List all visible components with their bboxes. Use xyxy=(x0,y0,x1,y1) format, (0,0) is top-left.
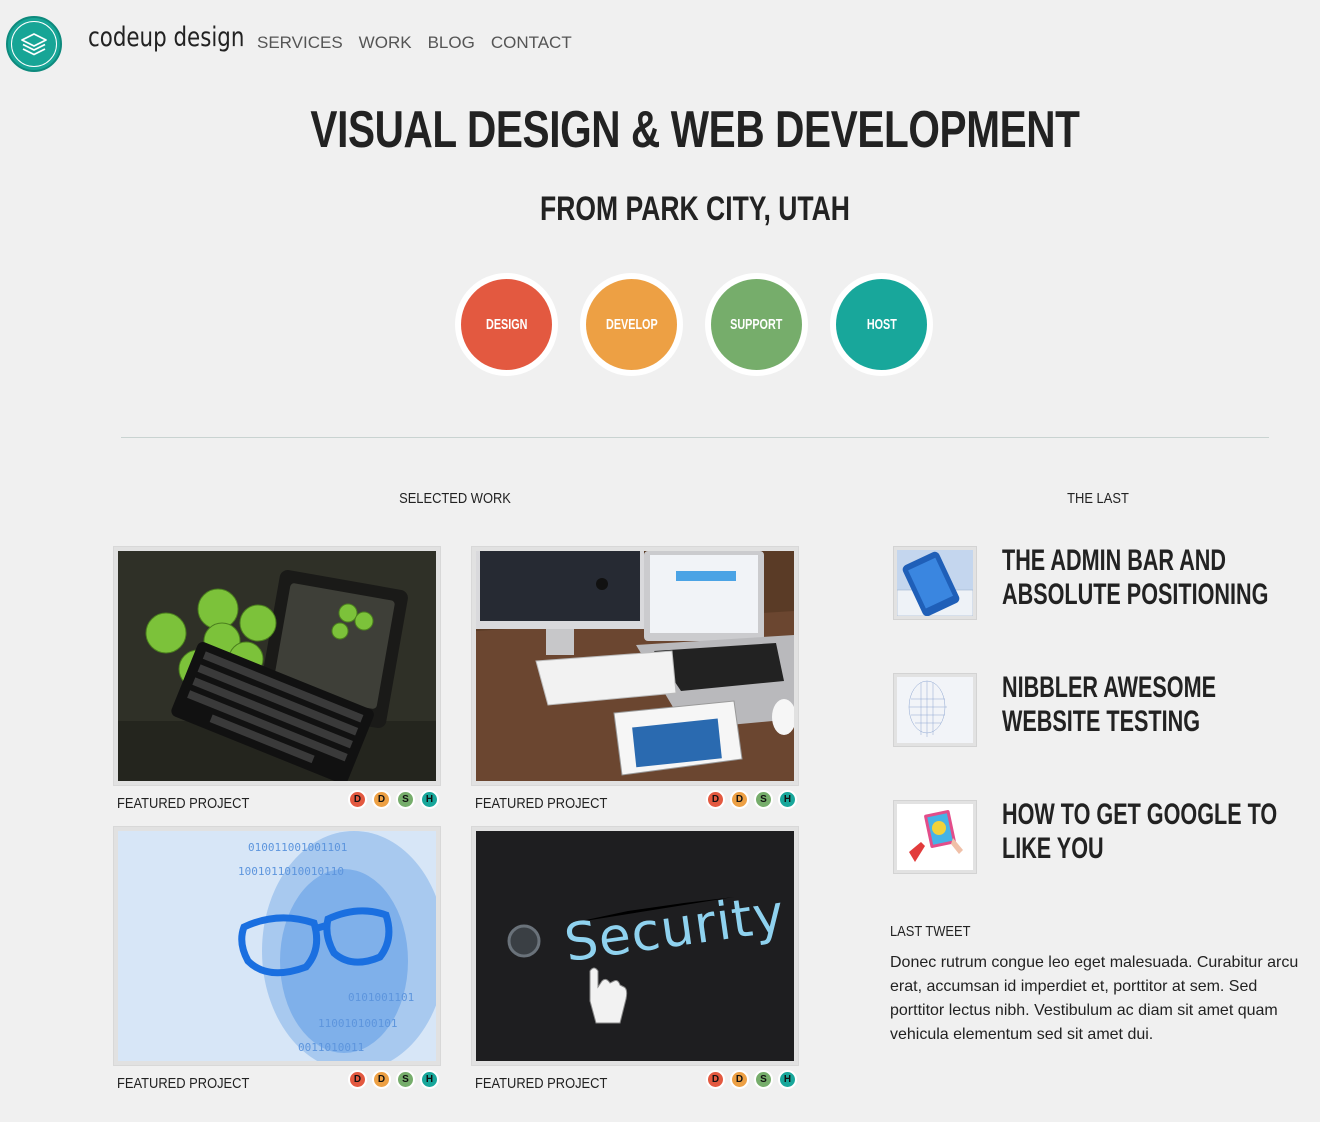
svg-text:0011010011: 0011010011 xyxy=(298,1041,364,1054)
post-title[interactable]: THE ADMIN BAR AND ABSOLUTE POSITIONING xyxy=(1002,544,1304,612)
service-badges: D D S H xyxy=(706,1070,797,1089)
project-meta: FEATURED PROJECT D D S H xyxy=(471,790,799,814)
project-meta: FEATURED PROJECT D D S H xyxy=(113,790,441,814)
badge-develop[interactable]: D xyxy=(372,1070,391,1089)
logo[interactable] xyxy=(6,16,62,72)
svg-text:010011001001101: 010011001001101 xyxy=(248,841,347,854)
brand-name[interactable]: codeup design xyxy=(88,22,244,53)
blog-post-item[interactable]: HOW TO GET GOOGLE TO LIKE YOU xyxy=(893,798,1313,878)
last-tweet-text: Donec rutrum congue leo eget malesuada. … xyxy=(890,954,1299,1043)
project-card[interactable]: FEATURED PROJECT D D S H xyxy=(471,546,799,814)
project-image-security-screen: Security xyxy=(476,831,794,1061)
nav-services[interactable]: SERVICES xyxy=(257,33,343,53)
project-thumbnail[interactable]: Security xyxy=(471,826,799,1066)
project-card[interactable]: 010011001001101 1001011010010110 0101001… xyxy=(113,826,441,1094)
service-develop-button[interactable]: DEVELOP xyxy=(580,273,683,376)
badge-support[interactable]: S xyxy=(396,790,415,809)
project-image-binary-face: 010011001001101 1001011010010110 0101001… xyxy=(118,831,436,1061)
badge-host[interactable]: H xyxy=(778,790,797,809)
project-thumbnail[interactable] xyxy=(471,546,799,786)
badge-support[interactable]: S xyxy=(396,1070,415,1089)
badge-develop[interactable]: D xyxy=(730,790,749,809)
project-card[interactable]: FEATURED PROJECT D D S H xyxy=(113,546,441,814)
badge-support[interactable]: S xyxy=(754,1070,773,1089)
post-title[interactable]: HOW TO GET GOOGLE TO LIKE YOU xyxy=(1002,798,1304,866)
project-thumbnail[interactable] xyxy=(113,546,441,786)
badge-design[interactable]: D xyxy=(348,1070,367,1089)
blog-post-item[interactable]: NIBBLER AWESOME WEBSITE TESTING xyxy=(893,671,1313,751)
service-badges: D D S H xyxy=(348,1070,439,1089)
service-badges: D D S H xyxy=(706,790,797,809)
post-thumbnail[interactable] xyxy=(893,673,977,747)
project-caption: FEATURED PROJECT xyxy=(475,1075,608,1092)
project-thumbnail[interactable]: 010011001001101 1001011010010110 0101001… xyxy=(113,826,441,1066)
layers-icon xyxy=(11,21,57,67)
post-image-wireframe-head xyxy=(897,677,973,743)
service-host-label: HOST xyxy=(866,316,897,333)
post-image-phone-keyboard xyxy=(897,550,973,616)
svg-text:110010100101: 110010100101 xyxy=(318,1017,397,1030)
service-host-button[interactable]: HOST xyxy=(830,273,933,376)
post-thumbnail[interactable] xyxy=(893,546,977,620)
hero-subtitle: FROM PARK CITY, UTAH xyxy=(540,190,850,228)
project-meta: FEATURED PROJECT D D S H xyxy=(471,1070,799,1094)
main-nav: SERVICES WORK BLOG CONTACT xyxy=(257,33,572,53)
blog-post-item[interactable]: THE ADMIN BAR AND ABSOLUTE POSITIONING xyxy=(893,544,1313,624)
project-caption: FEATURED PROJECT xyxy=(117,795,250,812)
badge-support[interactable]: S xyxy=(754,790,773,809)
selected-work-heading: SELECTED WORK xyxy=(399,490,511,507)
badge-host[interactable]: H xyxy=(420,1070,439,1089)
post-image-colorful-tablet xyxy=(897,804,973,870)
service-design-circle: DESIGN xyxy=(461,279,552,370)
service-develop-label: DEVELOP xyxy=(605,316,658,333)
post-title[interactable]: NIBBLER AWESOME WEBSITE TESTING xyxy=(1002,671,1304,739)
post-thumbnail[interactable] xyxy=(893,800,977,874)
badge-host[interactable]: H xyxy=(778,1070,797,1089)
project-image-desk-computers xyxy=(476,551,794,781)
badge-design[interactable]: D xyxy=(706,790,725,809)
nav-work[interactable]: WORK xyxy=(359,33,412,53)
badge-design[interactable]: D xyxy=(348,790,367,809)
nav-blog[interactable]: BLOG xyxy=(428,33,475,53)
badge-host[interactable]: H xyxy=(420,790,439,809)
project-card[interactable]: Security FEATURED PROJECT D D S H xyxy=(471,826,799,1094)
badge-develop[interactable]: D xyxy=(372,790,391,809)
service-support-label: SUPPORT xyxy=(730,316,783,333)
svg-text:0101001101: 0101001101 xyxy=(348,991,414,1004)
project-meta: FEATURED PROJECT D D S H xyxy=(113,1070,441,1094)
project-caption: FEATURED PROJECT xyxy=(117,1075,250,1092)
last-tweet-heading: LAST TWEET xyxy=(890,923,971,940)
service-support-button[interactable]: SUPPORT xyxy=(705,273,808,376)
svg-text:1001011010010110: 1001011010010110 xyxy=(238,865,344,878)
project-image-apples-tablet xyxy=(118,551,436,781)
service-host-circle: HOST xyxy=(836,279,927,370)
service-badges: D D S H xyxy=(348,790,439,809)
services-row: DESIGN DEVELOP SUPPORT HOST xyxy=(455,273,933,376)
the-last-heading: THE LAST xyxy=(1067,490,1129,507)
project-caption: FEATURED PROJECT xyxy=(475,795,608,812)
service-develop-circle: DEVELOP xyxy=(586,279,677,370)
section-divider xyxy=(121,437,1269,438)
service-support-circle: SUPPORT xyxy=(711,279,802,370)
badge-design[interactable]: D xyxy=(706,1070,725,1089)
service-design-button[interactable]: DESIGN xyxy=(455,273,558,376)
nav-contact[interactable]: CONTACT xyxy=(491,33,572,53)
hero-title: VISUAL DESIGN & WEB DEVELOPMENT xyxy=(310,101,1080,159)
service-design-label: DESIGN xyxy=(485,316,528,333)
badge-develop[interactable]: D xyxy=(730,1070,749,1089)
